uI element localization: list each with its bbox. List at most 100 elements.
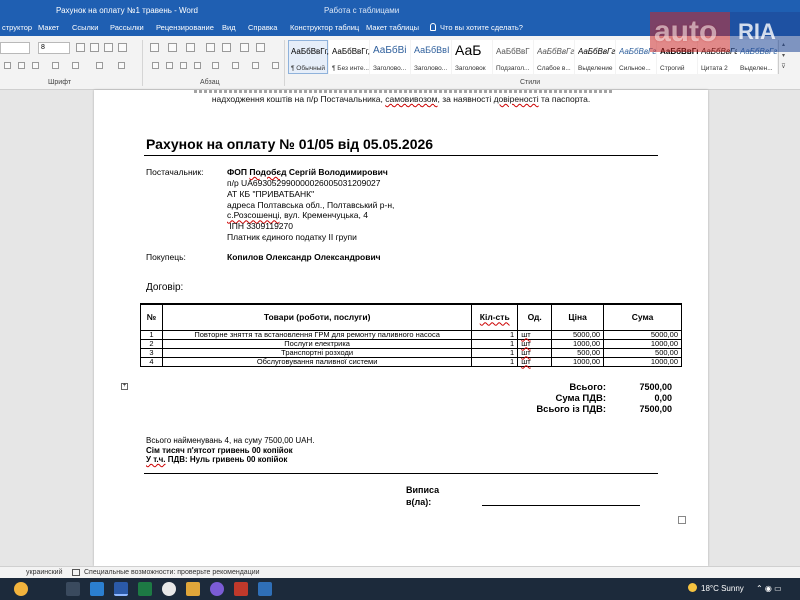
align-right-icon[interactable] [180,62,187,69]
font-size-box[interactable]: 8 [38,42,70,54]
table-resize-handle-icon[interactable] [678,516,686,524]
col-header-price: Ціна [551,303,605,331]
decrease-indent-icon[interactable] [206,43,215,52]
items-table[interactable]: № Товари (роботи, послуги) Кіл-сть Од. Ц… [140,303,682,367]
bullets-icon[interactable] [150,43,159,52]
tab-table-design[interactable]: Конструктор таблиц [290,23,359,32]
document-title: Рахунок на оплату №1 травень - Word [56,6,198,15]
multilevel-list-icon[interactable] [186,43,195,52]
weather-widget[interactable]: 18°C Sunny [688,583,744,593]
supplier-label: Постачальник: [146,167,204,177]
status-bar: украинский Специальные возможности: пров… [0,566,800,578]
line-spacing-icon[interactable] [212,62,219,69]
intro-text: надходження коштів на п/р Постачальника, [211,94,383,104]
subscript-icon[interactable] [18,62,25,69]
tab-design[interactable]: структор [2,23,32,32]
highlight-icon[interactable] [72,62,79,69]
style-heading-2[interactable]: АаБбВвІ Заголово... [411,40,451,74]
tab-review[interactable]: Рецензирование [156,23,214,32]
cell-price: 1000,00 [551,338,605,349]
table-row[interactable]: 4 Обслуговування паливної системи 1 шт 1… [140,356,682,367]
sort-icon[interactable] [240,43,249,52]
signature-label: Виписа в(ла): [406,485,440,507]
text-effects-icon[interactable] [52,62,59,69]
col-header-unit: Од. [517,303,553,331]
chrome-icon[interactable] [162,582,176,596]
justify-icon[interactable] [194,62,201,69]
tab-references[interactable]: Ссылки [72,23,98,32]
clear-format-icon[interactable] [118,43,127,52]
system-tray[interactable]: ⌃ ◉ ▭ [756,584,782,593]
show-marks-icon[interactable] [256,43,265,52]
shrink-font-icon[interactable] [90,43,99,52]
numbering-icon[interactable] [168,43,177,52]
style-name: Подзагол... [496,65,530,72]
style-emphasis[interactable]: АаБбВвГг Выделение [575,40,615,74]
edge-icon[interactable] [90,582,104,596]
tell-me-search[interactable]: Что вы хотите сделать? [430,23,523,32]
cell-unit: шт [517,356,553,367]
style-subtitle[interactable]: АаБбВвГ Подзагол... [493,40,533,74]
app-icon[interactable] [258,582,272,596]
style-subtle-emphasis[interactable]: АаБбВвГг Слабое в... [534,40,574,74]
col-header-goods: Товари (роботи, послуги) [161,303,473,331]
document-page[interactable]: надходження коштів на п/р Постачальника,… [94,90,708,566]
app-icon[interactable] [234,582,248,596]
total-label: Всього: [569,382,606,393]
grow-font-icon[interactable] [76,43,85,52]
table-row[interactable]: 1 Повторне зняття та встановлення ГРМ дл… [140,329,682,340]
summary-in-words: Сім тисяч п'ятсот гривень 00 копійок [146,445,293,455]
cell-unit-label: шт [521,329,531,339]
style-sample: АаБбВвГг, [332,47,370,56]
cell-number: 3 [140,347,163,358]
file-explorer-icon[interactable] [186,582,200,596]
grand-total-label: Всього із ПДВ: [536,404,606,415]
style-normal[interactable]: АаБбВвГг, ¶ Обычный [288,40,329,74]
cell-price: 5000,00 [551,329,605,340]
paragraph-dialog-icon[interactable] [272,62,279,69]
align-center-icon[interactable] [166,62,173,69]
style-sample: АаБбВвГг, [291,47,329,56]
cell-price: 1000,00 [551,356,605,367]
strikethrough-icon[interactable] [4,62,11,69]
excel-icon[interactable] [138,582,152,596]
table-row[interactable]: 2 Послуги електрика 1 шт 1000,00 1000,00 [140,338,682,349]
table-move-handle-icon[interactable]: + [121,383,128,390]
style-title[interactable]: АаБ Заголовок [452,40,492,74]
tab-table-layout[interactable]: Макет таблицы [366,23,419,32]
watermark-logo-right: RIA [730,12,800,52]
font-dialog-icon[interactable] [118,62,125,69]
table-row[interactable]: 3 Транспортні розходи 1 шт 500,00 500,00 [140,347,682,358]
accessibility-status[interactable]: Специальные возможности: проверьте реком… [84,569,260,576]
style-name: Сильное... [619,65,651,72]
shading-icon[interactable] [232,62,239,69]
font-name-box[interactable] [0,42,30,54]
change-case-icon[interactable] [104,43,113,52]
tab-layout[interactable]: Макет [38,23,59,32]
cell-qty: 1 [471,347,519,358]
spellcheck-word: довіреності [493,94,539,104]
tab-mailings[interactable]: Рассылки [110,23,144,32]
font-color-icon[interactable] [96,62,103,69]
supplier-street: , вул. Кременчуцька, 4 [279,210,368,221]
borders-icon[interactable] [252,62,259,69]
style-name: Слабое в... [537,65,571,72]
weather-text: 18°C Sunny [701,584,744,593]
tab-view[interactable]: Вид [222,23,236,32]
supplier-bank: АТ КБ "ПРИВАТБАНК" [227,188,315,199]
align-left-icon[interactable] [152,62,159,69]
style-no-spacing[interactable]: АаБбВвГг, ¶ Без инте... [329,40,370,74]
vat-label: Сума ПДВ: [555,393,606,404]
word-icon[interactable] [114,582,128,596]
footer-divider [144,473,658,474]
copilot-icon[interactable] [14,582,28,596]
language-indicator[interactable]: украинский [26,569,63,576]
search-icon[interactable] [66,582,80,596]
increase-indent-icon[interactable] [222,43,231,52]
style-name: ¶ Без инте... [332,65,369,72]
viber-icon[interactable] [210,582,224,596]
tab-help[interactable]: Справка [248,23,277,32]
invoice-title: Рахунок на оплату № 01/05 від 05.05.2026 [146,136,434,152]
style-heading-1[interactable]: АаБбВі Заголово... [370,40,410,74]
superscript-icon[interactable] [32,62,39,69]
